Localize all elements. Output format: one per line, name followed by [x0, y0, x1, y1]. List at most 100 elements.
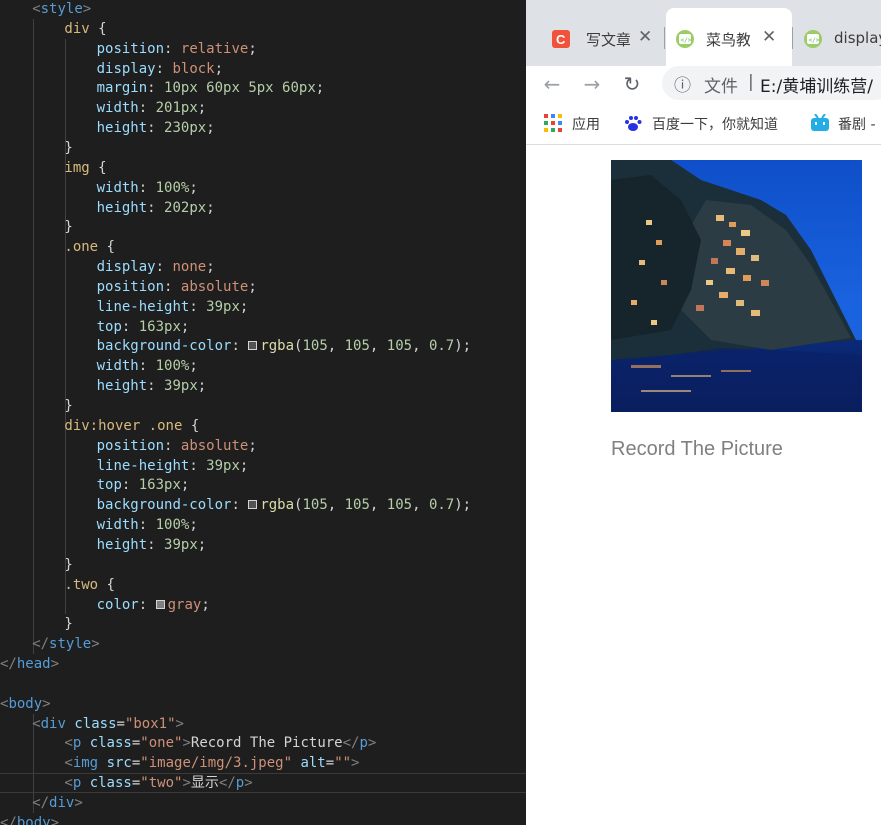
- bookmark-apps[interactable]: 应用: [544, 112, 614, 134]
- code-line[interactable]: height: 230px;: [97, 118, 215, 138]
- browser-toolbar: ← → ↻ ⓘ 文件 | E:/黄埔训练营/: [526, 66, 881, 104]
- picture-caption: Record The Picture: [611, 438, 783, 460]
- code-line[interactable]: top: 163px;: [97, 317, 190, 337]
- code-token: img: [64, 159, 90, 176]
- code-token: "two": [140, 775, 183, 792]
- code-line[interactable]: </style>: [32, 634, 99, 654]
- code-line[interactable]: img {: [64, 158, 106, 178]
- close-icon[interactable]: ✕: [638, 27, 652, 47]
- code-line[interactable]: }: [64, 217, 72, 237]
- info-icon[interactable]: ⓘ: [674, 71, 691, 96]
- code-token: p: [359, 735, 368, 752]
- code-token: :: [121, 318, 139, 335]
- code-token: 201px: [155, 100, 198, 117]
- code-line[interactable]: width: 201px;: [97, 98, 207, 118]
- code-token: :: [155, 259, 173, 276]
- code-line[interactable]: margin: 10px 60px 5px 60px;: [97, 78, 325, 98]
- code-line[interactable]: <body>: [0, 694, 51, 714]
- color-swatch-icon[interactable]: [248, 341, 258, 351]
- code-line[interactable]: </body>: [0, 813, 59, 825]
- code-token: ;: [201, 596, 210, 613]
- code-token: >: [182, 735, 191, 752]
- code-token: </: [32, 636, 50, 653]
- tab-display[interactable]: </> display: [794, 8, 881, 66]
- code-editor[interactable]: <style> div {position: relative; display: …: [0, 0, 526, 825]
- code-token: 39px: [206, 457, 240, 474]
- code-line[interactable]: background-color: rgba(105, 105, 105, 0.…: [97, 336, 472, 356]
- code-token: :: [189, 457, 207, 474]
- picture-box[interactable]: [611, 160, 862, 412]
- code-token: >: [42, 695, 51, 712]
- code-token: {: [182, 417, 200, 434]
- code-token: {: [89, 20, 107, 37]
- code-token: =: [116, 715, 125, 732]
- code-token: 105: [302, 497, 328, 514]
- code-line[interactable]: line-height: 39px;: [97, 456, 249, 476]
- code-token: :: [231, 338, 249, 355]
- code-line[interactable]: line-height: 39px;: [97, 297, 249, 317]
- code-token: div: [49, 795, 75, 811]
- code-line[interactable]: width: 100%;: [97, 356, 198, 376]
- code-line[interactable]: <p class="two">显示</p>: [64, 773, 252, 793]
- code-token: width: [96, 179, 139, 196]
- code-line[interactable]: color: gray;: [97, 595, 210, 615]
- code-line[interactable]: </head>: [0, 654, 59, 674]
- code-token: .two: [64, 576, 99, 593]
- code-line[interactable]: }: [64, 614, 72, 634]
- color-swatch-icon[interactable]: [155, 599, 165, 609]
- code-token: height: [96, 378, 148, 395]
- back-arrow-icon[interactable]: ←: [538, 70, 566, 98]
- forward-arrow-icon[interactable]: →: [578, 70, 606, 98]
- code-token: 105: [344, 497, 370, 514]
- code-line[interactable]: <p class="one">Record The Picture</p>: [64, 733, 376, 753]
- code-token: relative: [180, 40, 249, 57]
- code-line[interactable]: div:hover .one {: [64, 416, 199, 436]
- color-swatch-icon[interactable]: [248, 500, 258, 510]
- code-line[interactable]: display: none;: [97, 257, 215, 277]
- code-line[interactable]: position: relative;: [97, 39, 257, 59]
- code-line[interactable]: position: absolute;: [97, 277, 257, 297]
- bookmark-baidu[interactable]: 百度一下，你就知道: [624, 112, 804, 134]
- code-token: absolute: [180, 278, 249, 295]
- code-line[interactable]: top: 163px;: [97, 475, 190, 495]
- bookmark-bilibili[interactable]: 番剧 -: [810, 112, 881, 134]
- code-token: 105: [344, 338, 370, 355]
- code-line[interactable]: display: block;: [97, 59, 223, 79]
- code-token: ;: [189, 358, 198, 375]
- tab-csdn[interactable]: C 写文章 ✕: [532, 8, 660, 66]
- code-line[interactable]: }: [64, 138, 72, 158]
- code-token: <: [32, 715, 41, 732]
- tab-separator: [664, 27, 665, 49]
- code-line[interactable]: .two {: [64, 575, 115, 595]
- code-line[interactable]: }: [64, 396, 72, 416]
- code-token: ,: [327, 497, 345, 514]
- code-line[interactable]: div {: [64, 19, 106, 39]
- code-line[interactable]: height: 202px;: [97, 198, 215, 218]
- code-token: </: [0, 814, 17, 825]
- reload-icon[interactable]: ↻: [618, 70, 646, 98]
- code-token: ;: [206, 259, 215, 276]
- code-line[interactable]: background-color: rgba(105, 105, 105, 0.…: [97, 495, 472, 515]
- code-line[interactable]: width: 100%;: [97, 178, 198, 198]
- code-line[interactable]: position: absolute;: [97, 436, 257, 456]
- code-line[interactable]: <img src="image/img/3.jpeg" alt="">: [64, 753, 359, 773]
- code-line[interactable]: <div class="box1">: [32, 714, 184, 734]
- tab-runoob[interactable]: </> 菜鸟教 ✕: [666, 8, 792, 66]
- code-line[interactable]: <style>: [32, 0, 91, 19]
- code-token: margin: [96, 80, 148, 97]
- code-line[interactable]: }: [64, 555, 72, 575]
- code-line[interactable]: height: 39px;: [97, 535, 207, 555]
- close-icon[interactable]: ✕: [762, 27, 776, 47]
- code-token: :: [147, 199, 165, 216]
- address-bar[interactable]: ⓘ 文件 | E:/黄埔训练营/: [662, 66, 881, 100]
- code-token: body: [8, 695, 43, 712]
- code-token: ;: [248, 437, 257, 454]
- code-token: class: [89, 735, 132, 752]
- code-line[interactable]: width: 100%;: [97, 515, 198, 535]
- code-line[interactable]: </div>: [32, 793, 83, 813]
- code-line[interactable]: height: 39px;: [97, 376, 207, 396]
- code-line[interactable]: .one {: [64, 237, 115, 257]
- code-token: <: [64, 755, 73, 772]
